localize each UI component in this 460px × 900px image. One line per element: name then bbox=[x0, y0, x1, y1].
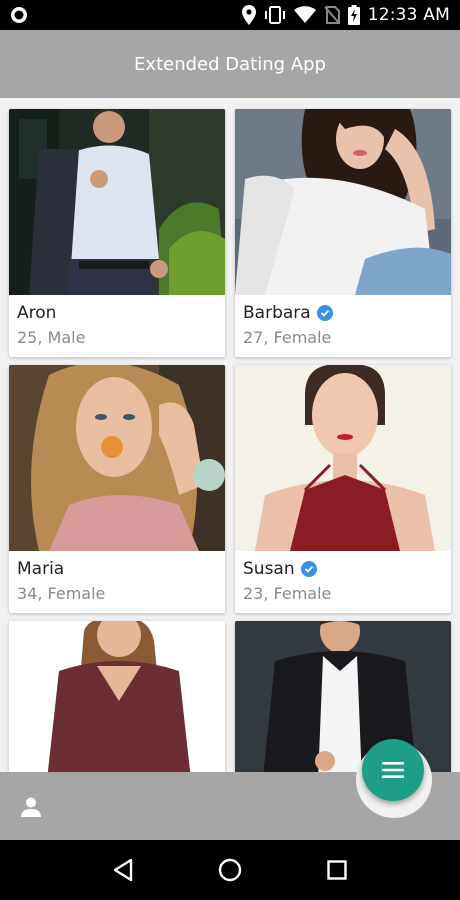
menu-icon bbox=[382, 761, 404, 779]
profile-name: Aron bbox=[17, 303, 57, 323]
back-icon bbox=[112, 858, 134, 882]
profile-card-barbara[interactable]: Barbara 27, Female bbox=[235, 109, 451, 357]
status-bar: 12:33 AM bbox=[0, 0, 460, 30]
location-icon bbox=[241, 5, 256, 25]
profile-button[interactable] bbox=[14, 792, 48, 822]
profile-card[interactable] bbox=[9, 621, 225, 772]
profile-name: Barbara bbox=[243, 303, 311, 323]
verified-badge-icon bbox=[300, 561, 317, 577]
profile-photo bbox=[9, 621, 225, 772]
profile-photo bbox=[9, 365, 225, 551]
nav-back-button[interactable] bbox=[103, 850, 143, 890]
profile-card-maria[interactable]: Maria 34, Female bbox=[9, 365, 225, 613]
verified-badge-icon bbox=[316, 305, 333, 321]
profile-details: 25, Male bbox=[17, 328, 86, 347]
profile-card-susan[interactable]: Susan 23, Female bbox=[235, 365, 451, 613]
profile-details: 27, Female bbox=[243, 328, 332, 347]
status-time: 12:33 AM bbox=[367, 5, 450, 25]
profile-photo bbox=[9, 109, 225, 295]
nav-recents-button[interactable] bbox=[317, 850, 357, 890]
profile-details: 23, Female bbox=[243, 584, 332, 603]
app-title: Extended Dating App bbox=[134, 53, 326, 75]
notification-circle-icon bbox=[10, 6, 28, 24]
wifi-icon bbox=[293, 6, 316, 24]
profile-photo bbox=[235, 621, 451, 772]
profile-details: 34, Female bbox=[17, 584, 106, 603]
profile-name: Maria bbox=[17, 559, 65, 579]
app-bar: Extended Dating App bbox=[0, 30, 460, 98]
profile-photo bbox=[235, 109, 451, 295]
profile-name: Susan bbox=[243, 559, 295, 579]
menu-fab-button[interactable] bbox=[362, 739, 424, 801]
nav-home-button[interactable] bbox=[210, 850, 250, 890]
profile-card[interactable] bbox=[235, 621, 451, 772]
home-icon bbox=[218, 858, 242, 882]
system-nav-bar bbox=[0, 840, 460, 900]
profile-photo bbox=[235, 365, 451, 551]
profile-grid: Aron 25, Male Barbara 27, Female Maria 3… bbox=[0, 98, 460, 772]
battery-charging-icon bbox=[347, 5, 360, 25]
recents-icon bbox=[326, 860, 347, 880]
person-icon bbox=[20, 796, 42, 818]
vibrate-icon bbox=[264, 6, 286, 24]
profile-card-aron[interactable]: Aron 25, Male bbox=[9, 109, 225, 357]
no-sim-icon bbox=[323, 6, 340, 24]
